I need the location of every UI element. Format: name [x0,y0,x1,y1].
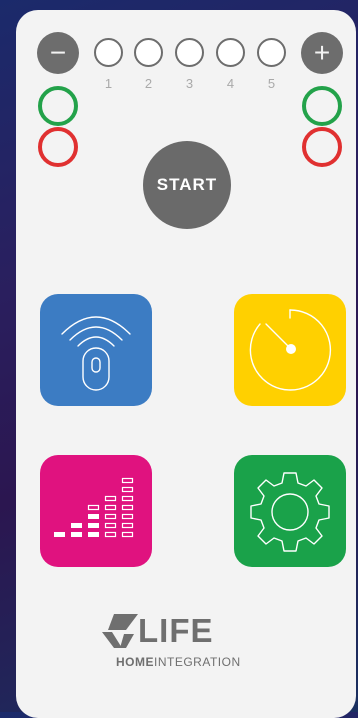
brand-sub-rest: INTEGRATION [154,655,241,669]
brand-subtitle: HOMEINTEGRATION [116,655,241,669]
level-dot-2[interactable] [134,38,163,67]
level-number-1: 1 [104,76,113,91]
left-green-ring-button[interactable] [38,86,78,126]
remote-control-icon [61,316,131,391]
start-button[interactable]: START [143,141,231,229]
equalizer-icon [54,477,134,538]
plus-button[interactable]: + [301,32,343,74]
level-dot-5[interactable] [257,38,286,67]
level-number-2: 2 [144,76,153,91]
remote-tile-button[interactable] [40,294,152,406]
timer-icon [249,309,332,391]
left-red-ring-button[interactable] [38,127,78,167]
right-red-ring-button[interactable] [302,127,342,167]
level-number-4: 4 [226,76,235,91]
level-dot-1[interactable] [94,38,123,67]
equalizer-tile-button[interactable] [40,455,152,567]
gear-icon [250,472,330,552]
right-green-ring-button[interactable] [302,86,342,126]
level-number-3: 3 [185,76,194,91]
level-dot-4[interactable] [216,38,245,67]
minus-button[interactable]: − [37,32,79,74]
brand-logo: LIFE HOMEINTEGRATION [98,612,268,672]
brand-sub-bold: HOME [116,655,154,669]
level-number-5: 5 [267,76,276,91]
timer-tile-button[interactable] [234,294,346,406]
settings-tile-button[interactable] [234,455,346,567]
life-logo-icon [102,614,138,648]
brand-name: LIFE [138,612,214,649]
level-dot-3[interactable] [175,38,204,67]
